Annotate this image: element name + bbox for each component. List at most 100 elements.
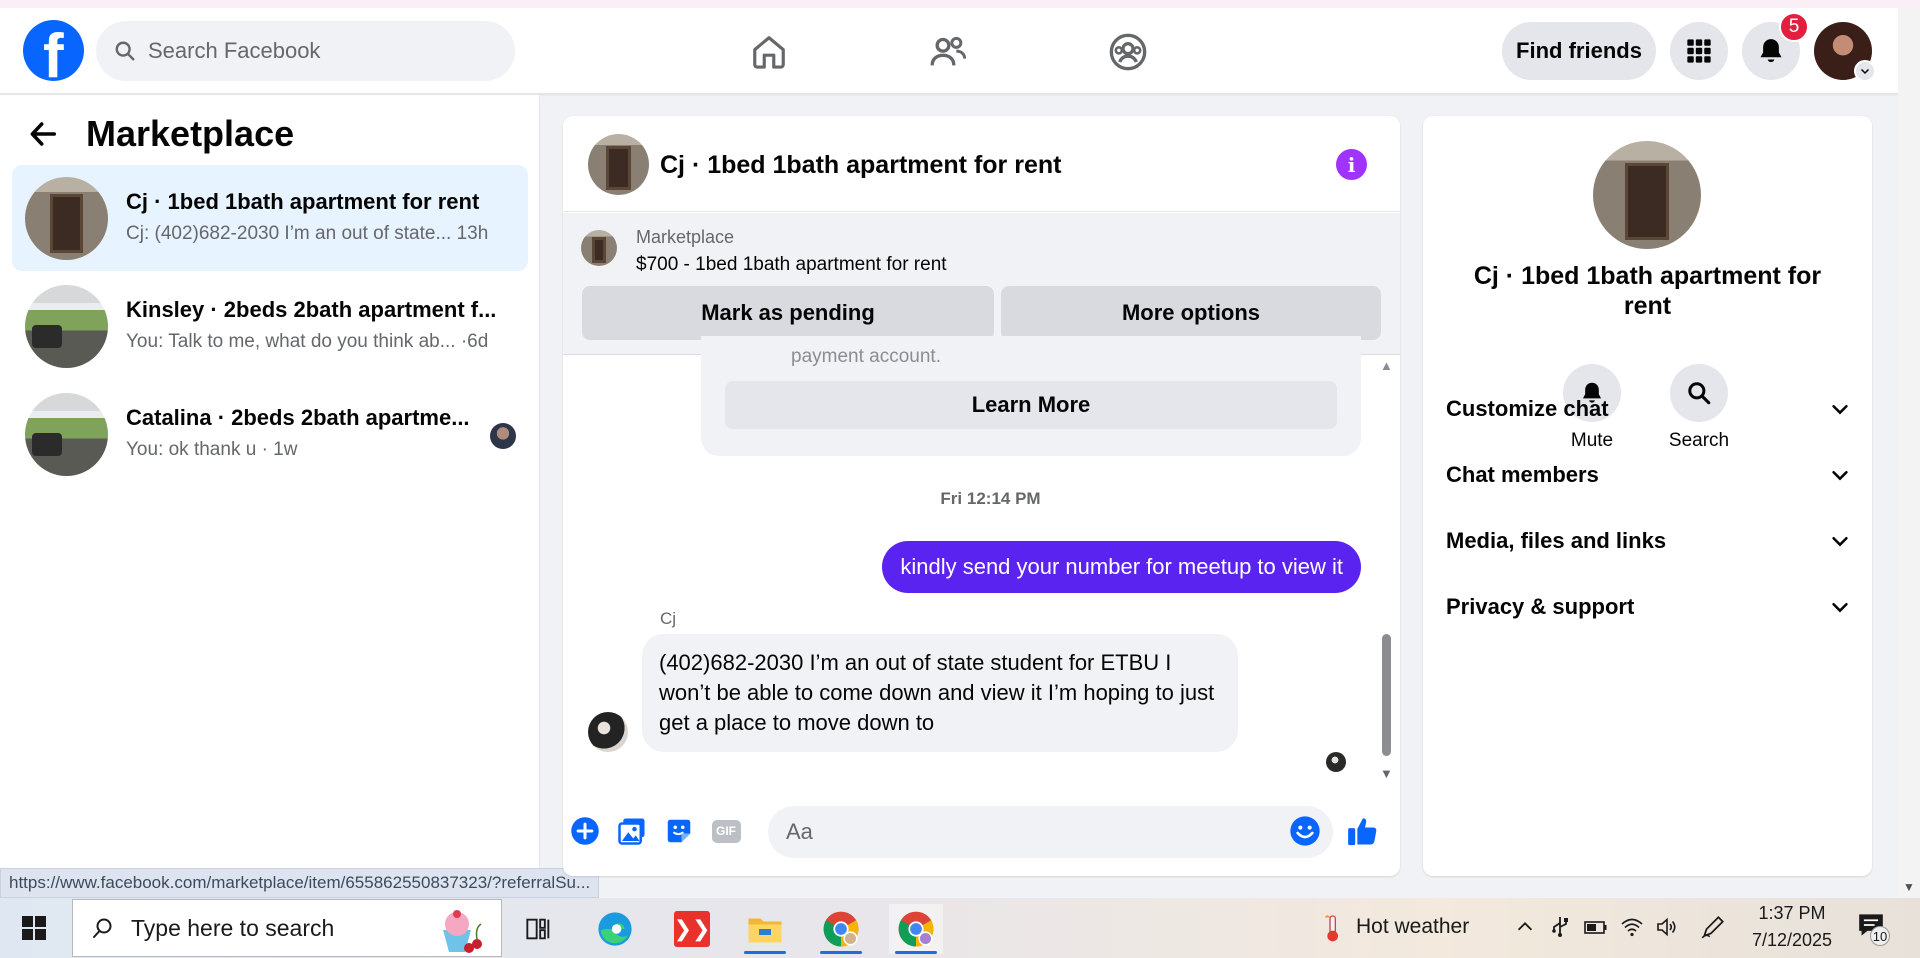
sticker-icon[interactable] <box>662 814 696 848</box>
profile-avatar-button[interactable] <box>1814 22 1876 82</box>
chevron-up-icon[interactable] <box>1514 916 1536 938</box>
grid-icon <box>1687 39 1711 63</box>
card-text: payment account. <box>791 346 941 367</box>
taskbar-date[interactable]: 7/12/2025 <box>1742 930 1842 951</box>
conversation-preview: You: Talk to me, what do you think ab...… <box>126 331 489 352</box>
conversation-item-catalina[interactable]: Catalina · 2beds 2bath apartme... You: o… <box>12 381 528 487</box>
section-label: Privacy & support <box>1446 594 1635 619</box>
windows-taskbar: Type here to search ❯❯ Hot weather 1:37 … <box>0 898 1920 958</box>
facebook-search-bar[interactable]: Search Facebook <box>96 21 515 81</box>
mark-as-pending-button[interactable]: Mark as pending <box>582 286 994 340</box>
search-icon <box>93 918 112 938</box>
privacy-support-section[interactable]: Privacy & support <box>1446 587 1851 627</box>
windows-start-icon[interactable] <box>22 916 46 940</box>
back-arrow-icon[interactable] <box>28 119 58 149</box>
plus-icon[interactable] <box>568 814 602 848</box>
taskbar-search-placeholder: Type here to search <box>131 914 335 941</box>
conversation-item-cj[interactable]: Cj · 1bed 1bath apartment for rent Cj: (… <box>12 165 528 271</box>
chevron-down-icon <box>1832 470 1848 481</box>
taskbar-search-box[interactable]: Type here to search <box>72 899 502 957</box>
chevron-down-icon <box>1832 536 1848 547</box>
marketplace-inbox-panel: Marketplace Cj · 1bed 1bath apartment fo… <box>0 95 540 897</box>
scroll-up-arrow-icon[interactable]: ▲ <box>1380 358 1393 373</box>
mute-label: Mute <box>1570 430 1614 451</box>
volume-icon[interactable] <box>1655 915 1679 939</box>
listing-thumbnail <box>25 177 108 260</box>
conversation-name: Cj · 1bed 1bath apartment for rent <box>1473 262 1822 320</box>
chat-title[interactable]: Cj · 1bed 1bath apartment for rent <box>660 151 1061 180</box>
menu-grid-button[interactable] <box>1670 22 1728 80</box>
conversation-preview: Cj: (402)682-2030 I’m an out of state...… <box>126 223 489 244</box>
chat-listing-avatar[interactable] <box>588 134 649 195</box>
chrome-browser-icon[interactable] <box>814 904 868 954</box>
chevron-down-icon <box>1832 404 1848 415</box>
conversation-title: Kinsley · 2beds 2bath apartment f... <box>126 297 497 322</box>
gif-icon[interactable]: GIF <box>709 814 743 848</box>
gif-label: GIF <box>711 819 741 843</box>
file-explorer-icon[interactable] <box>738 904 792 954</box>
section-label: Media, files and links <box>1446 528 1667 553</box>
chevron-down-icon <box>1832 602 1848 613</box>
thread-scrollbar[interactable]: ▲ ▼ <box>1378 356 1394 786</box>
battery-icon[interactable] <box>1584 917 1608 937</box>
conversation-details-panel: Cj · 1bed 1bath apartment for rent Mute … <box>1423 116 1872 876</box>
notification-count-badge: 5 <box>1779 12 1809 42</box>
chat-members-section[interactable]: Chat members <box>1446 455 1851 495</box>
customize-chat-section[interactable]: Customize chat <box>1446 389 1851 429</box>
wifi-icon[interactable] <box>1620 915 1644 939</box>
info-card: payment account. Learn More <box>701 336 1361 456</box>
friends-nav-icon[interactable] <box>926 30 970 74</box>
incoming-message: (402)682-2030 I’m an out of state studen… <box>642 634 1238 752</box>
taskbar-time[interactable]: 1:37 PM <box>1752 903 1832 924</box>
find-friends-button[interactable]: Find friends <box>1502 22 1656 80</box>
sender-name: Cj <box>660 609 677 628</box>
chrome-profile-browser-icon[interactable] <box>889 904 943 954</box>
thumbs-up-icon[interactable] <box>1346 814 1380 848</box>
action-center-button[interactable]: 10 <box>1856 912 1890 946</box>
sender-avatar[interactable] <box>588 712 628 752</box>
facebook-logo[interactable]: f <box>23 20 84 81</box>
page-title: Marketplace <box>86 113 295 154</box>
pen-icon[interactable] <box>1700 914 1726 940</box>
conversation-item-kinsley[interactable]: Kinsley · 2beds 2bath apartment f... You… <box>12 273 528 379</box>
photo-icon[interactable] <box>615 814 649 848</box>
remote-desktop-app-icon[interactable]: ❯❯ <box>665 904 719 954</box>
marketplace-listing-banner: Marketplace $700 - 1bed 1bath apartment … <box>563 213 1400 355</box>
search-placeholder: Search Facebook <box>148 38 321 63</box>
weather-label[interactable]: Hot weather <box>1356 915 1469 939</box>
chevron-down-icon <box>1854 60 1876 82</box>
section-label: Customize chat <box>1446 396 1609 421</box>
section-label: Chat members <box>1446 462 1599 487</box>
chat-header: Cj · 1bed 1bath apartment for rent i <box>563 116 1400 212</box>
scrollbar-thumb[interactable] <box>1382 634 1391 756</box>
message-thread: payment account. Learn More Fri 12:14 PM… <box>563 336 1400 786</box>
message-input[interactable]: Aa <box>768 806 1333 858</box>
message-timestamp: Fri 12:14 PM <box>940 489 1041 508</box>
outgoing-message: kindly send your number for meetup to vi… <box>882 541 1361 593</box>
usb-icon[interactable] <box>1548 915 1572 939</box>
more-options-button[interactable]: More options <box>1001 286 1381 340</box>
learn-more-button[interactable]: Learn More <box>725 381 1337 429</box>
emoji-icon[interactable] <box>1288 814 1322 848</box>
marketplace-label: Marketplace <box>636 227 735 247</box>
page-scrollbar[interactable]: ▼ <box>1898 8 1920 898</box>
scroll-down-arrow-icon[interactable]: ▼ <box>1903 880 1915 894</box>
facebook-logo-letter: f <box>43 22 64 82</box>
task-view-icon[interactable] <box>512 904 566 954</box>
notification-count: 10 <box>1870 926 1890 946</box>
conversation-title: Catalina · 2beds 2bath apartme... <box>126 405 470 430</box>
search-icon <box>115 41 135 61</box>
listing-summary[interactable]: $700 - 1bed 1bath apartment for rent <box>636 254 947 276</box>
message-composer: GIF Aa <box>563 796 1400 866</box>
link-status-url: https://www.facebook.com/marketplace/ite… <box>0 868 600 898</box>
info-icon[interactable]: i <box>1336 149 1367 180</box>
chat-window: Cj · 1bed 1bath apartment for rent i Mar… <box>563 116 1400 876</box>
home-nav-icon[interactable] <box>747 30 791 74</box>
top-navigation-bar: f Search Facebook Find friends 5 <box>0 8 1898 94</box>
edge-browser-icon[interactable] <box>588 904 642 954</box>
scroll-down-arrow-icon[interactable]: ▼ <box>1380 766 1393 781</box>
media-files-links-section[interactable]: Media, files and links <box>1446 521 1851 561</box>
groups-nav-icon[interactable] <box>1106 30 1150 74</box>
conversation-preview: You: ok thank u · 1w <box>126 439 298 460</box>
listing-thumbnail <box>25 285 108 368</box>
